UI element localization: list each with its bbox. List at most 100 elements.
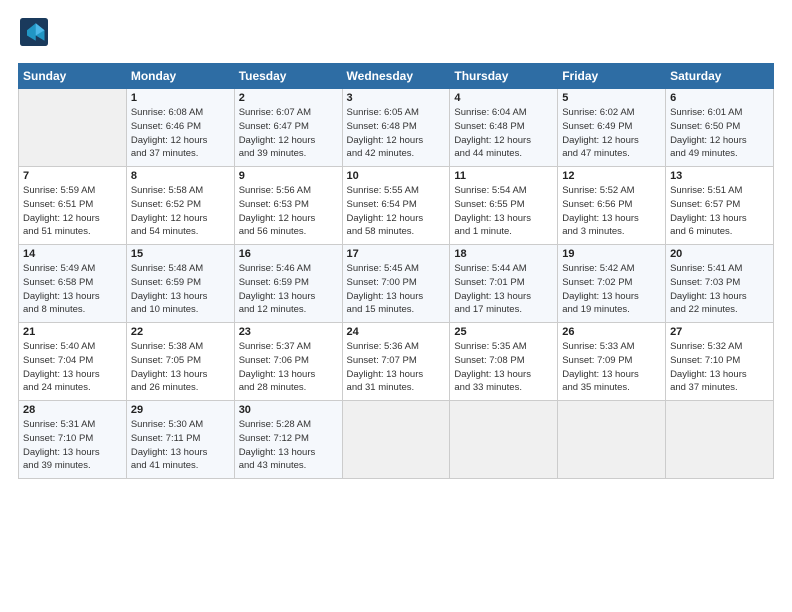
day-info: Sunrise: 6:01 AM Sunset: 6:50 PM Dayligh…	[670, 106, 769, 161]
calendar-cell: 24 Sunrise: 5:36 AM Sunset: 7:07 PM Dayli…	[342, 323, 450, 401]
column-header-saturday: Saturday	[666, 64, 774, 89]
calendar-cell: 26 Sunrise: 5:33 AM Sunset: 7:09 PM Dayli…	[558, 323, 666, 401]
day-info: Sunrise: 5:59 AM Sunset: 6:51 PM Dayligh…	[23, 184, 122, 239]
calendar-cell: 5 Sunrise: 6:02 AM Sunset: 6:49 PM Daylig…	[558, 89, 666, 167]
calendar-cell	[450, 401, 558, 479]
calendar-cell: 2 Sunrise: 6:07 AM Sunset: 6:47 PM Daylig…	[234, 89, 342, 167]
page-container: SundayMondayTuesdayWednesdayThursdayFrid…	[0, 0, 792, 489]
calendar-cell: 14Sunrise: 5:49 AM Sunset: 6:58 PM Dayli…	[19, 245, 127, 323]
day-info: Sunrise: 5:51 AM Sunset: 6:57 PM Dayligh…	[670, 184, 769, 239]
calendar-cell: 30 Sunrise: 5:28 AM Sunset: 7:12 PM Dayli…	[234, 401, 342, 479]
day-number: 24	[347, 326, 446, 338]
calendar-cell: 27 Sunrise: 5:32 AM Sunset: 7:10 PM Dayli…	[666, 323, 774, 401]
day-number: 25	[454, 326, 553, 338]
calendar-cell: 28 Sunrise: 5:31 AM Sunset: 7:10 PM Dayli…	[19, 401, 127, 479]
day-number: 22	[131, 326, 230, 338]
header	[18, 18, 774, 51]
calendar-cell: 19Sunrise: 5:42 AM Sunset: 7:02 PM Dayli…	[558, 245, 666, 323]
calendar-cell: 9 Sunrise: 5:56 AM Sunset: 6:53 PM Daylig…	[234, 167, 342, 245]
day-number: 6	[670, 92, 769, 104]
day-number: 30	[239, 404, 338, 416]
day-info: Sunrise: 6:02 AM Sunset: 6:49 PM Dayligh…	[562, 106, 661, 161]
calendar-cell: 7 Sunrise: 5:59 AM Sunset: 6:51 PM Daylig…	[19, 167, 127, 245]
day-info: Sunrise: 6:07 AM Sunset: 6:47 PM Dayligh…	[239, 106, 338, 161]
day-number: 15	[131, 248, 230, 260]
logo	[18, 18, 52, 51]
calendar-week-row: 7 Sunrise: 5:59 AM Sunset: 6:51 PM Daylig…	[19, 167, 774, 245]
day-number: 9	[239, 170, 338, 182]
day-number: 8	[131, 170, 230, 182]
calendar-cell: 4 Sunrise: 6:04 AM Sunset: 6:48 PM Daylig…	[450, 89, 558, 167]
day-info: Sunrise: 5:31 AM Sunset: 7:10 PM Dayligh…	[23, 418, 122, 473]
calendar-cell: 25 Sunrise: 5:35 AM Sunset: 7:08 PM Dayli…	[450, 323, 558, 401]
day-number: 21	[23, 326, 122, 338]
calendar-cell: 29 Sunrise: 5:30 AM Sunset: 7:11 PM Dayli…	[126, 401, 234, 479]
calendar-cell: 23Sunrise: 5:37 AM Sunset: 7:06 PM Dayli…	[234, 323, 342, 401]
calendar-cell: 11 Sunrise: 5:54 AM Sunset: 6:55 PM Dayli…	[450, 167, 558, 245]
day-info: Sunrise: 5:45 AM Sunset: 7:00 PM Dayligh…	[347, 262, 446, 317]
calendar-cell: 18 Sunrise: 5:44 AM Sunset: 7:01 PM Dayli…	[450, 245, 558, 323]
calendar-cell: 21 Sunrise: 5:40 AM Sunset: 7:04 PM Dayli…	[19, 323, 127, 401]
day-info: Sunrise: 6:05 AM Sunset: 6:48 PM Dayligh…	[347, 106, 446, 161]
column-header-sunday: Sunday	[19, 64, 127, 89]
column-header-friday: Friday	[558, 64, 666, 89]
day-number: 1	[131, 92, 230, 104]
day-info: Sunrise: 5:38 AM Sunset: 7:05 PM Dayligh…	[131, 340, 230, 395]
day-number: 4	[454, 92, 553, 104]
day-number: 16	[239, 248, 338, 260]
day-number: 12	[562, 170, 661, 182]
day-number: 14	[23, 248, 122, 260]
day-number: 7	[23, 170, 122, 182]
calendar-week-row: 1 Sunrise: 6:08 AM Sunset: 6:46 PM Daylig…	[19, 89, 774, 167]
day-info: Sunrise: 5:54 AM Sunset: 6:55 PM Dayligh…	[454, 184, 553, 239]
logo-icon	[20, 18, 48, 46]
day-info: Sunrise: 6:08 AM Sunset: 6:46 PM Dayligh…	[131, 106, 230, 161]
day-info: Sunrise: 5:32 AM Sunset: 7:10 PM Dayligh…	[670, 340, 769, 395]
calendar-week-row: 28 Sunrise: 5:31 AM Sunset: 7:10 PM Dayli…	[19, 401, 774, 479]
day-number: 18	[454, 248, 553, 260]
day-info: Sunrise: 5:30 AM Sunset: 7:11 PM Dayligh…	[131, 418, 230, 473]
day-number: 20	[670, 248, 769, 260]
column-header-tuesday: Tuesday	[234, 64, 342, 89]
day-info: Sunrise: 6:04 AM Sunset: 6:48 PM Dayligh…	[454, 106, 553, 161]
day-number: 23	[239, 326, 338, 338]
day-info: Sunrise: 5:40 AM Sunset: 7:04 PM Dayligh…	[23, 340, 122, 395]
calendar-cell: 12Sunrise: 5:52 AM Sunset: 6:56 PM Dayli…	[558, 167, 666, 245]
day-number: 13	[670, 170, 769, 182]
day-info: Sunrise: 5:56 AM Sunset: 6:53 PM Dayligh…	[239, 184, 338, 239]
day-info: Sunrise: 5:58 AM Sunset: 6:52 PM Dayligh…	[131, 184, 230, 239]
day-number: 3	[347, 92, 446, 104]
calendar-cell: 8 Sunrise: 5:58 AM Sunset: 6:52 PM Daylig…	[126, 167, 234, 245]
calendar-cell	[558, 401, 666, 479]
day-info: Sunrise: 5:44 AM Sunset: 7:01 PM Dayligh…	[454, 262, 553, 317]
calendar-week-row: 21 Sunrise: 5:40 AM Sunset: 7:04 PM Dayli…	[19, 323, 774, 401]
day-info: Sunrise: 5:33 AM Sunset: 7:09 PM Dayligh…	[562, 340, 661, 395]
calendar-cell: 1 Sunrise: 6:08 AM Sunset: 6:46 PM Daylig…	[126, 89, 234, 167]
day-info: Sunrise: 5:36 AM Sunset: 7:07 PM Dayligh…	[347, 340, 446, 395]
column-header-monday: Monday	[126, 64, 234, 89]
day-info: Sunrise: 5:48 AM Sunset: 6:59 PM Dayligh…	[131, 262, 230, 317]
day-number: 11	[454, 170, 553, 182]
day-info: Sunrise: 5:46 AM Sunset: 6:59 PM Dayligh…	[239, 262, 338, 317]
calendar-cell	[666, 401, 774, 479]
calendar-cell: 15 Sunrise: 5:48 AM Sunset: 6:59 PM Dayli…	[126, 245, 234, 323]
day-info: Sunrise: 5:28 AM Sunset: 7:12 PM Dayligh…	[239, 418, 338, 473]
day-number: 2	[239, 92, 338, 104]
day-number: 10	[347, 170, 446, 182]
calendar-cell: 6 Sunrise: 6:01 AM Sunset: 6:50 PM Daylig…	[666, 89, 774, 167]
calendar-cell: 13 Sunrise: 5:51 AM Sunset: 6:57 PM Dayli…	[666, 167, 774, 245]
day-number: 26	[562, 326, 661, 338]
column-header-wednesday: Wednesday	[342, 64, 450, 89]
calendar-cell: 20Sunrise: 5:41 AM Sunset: 7:03 PM Dayli…	[666, 245, 774, 323]
day-info: Sunrise: 5:35 AM Sunset: 7:08 PM Dayligh…	[454, 340, 553, 395]
day-info: Sunrise: 5:55 AM Sunset: 6:54 PM Dayligh…	[347, 184, 446, 239]
calendar-cell: 22 Sunrise: 5:38 AM Sunset: 7:05 PM Dayli…	[126, 323, 234, 401]
calendar-cell: 16 Sunrise: 5:46 AM Sunset: 6:59 PM Dayli…	[234, 245, 342, 323]
day-number: 28	[23, 404, 122, 416]
day-info: Sunrise: 5:42 AM Sunset: 7:02 PM Dayligh…	[562, 262, 661, 317]
day-number: 27	[670, 326, 769, 338]
calendar-header-row: SundayMondayTuesdayWednesdayThursdayFrid…	[19, 64, 774, 89]
day-number: 17	[347, 248, 446, 260]
day-number: 5	[562, 92, 661, 104]
day-number: 29	[131, 404, 230, 416]
